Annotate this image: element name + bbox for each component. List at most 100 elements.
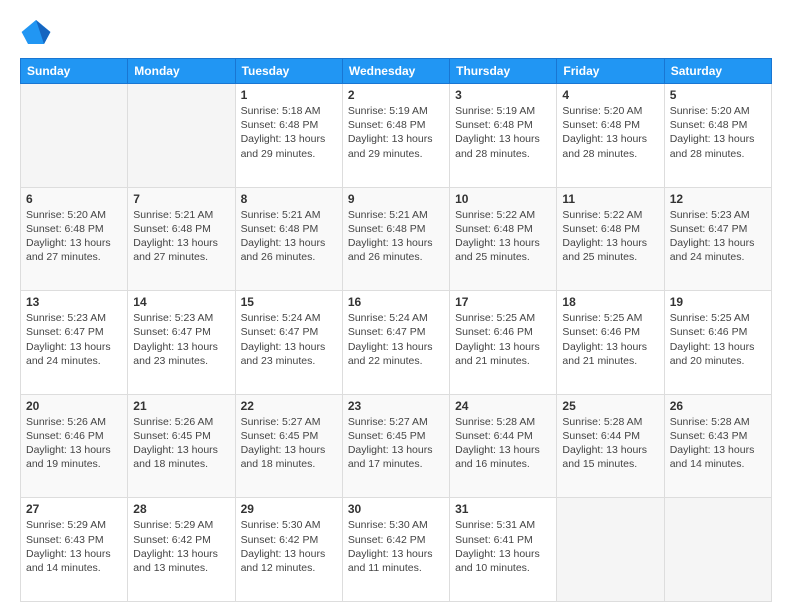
calendar-cell: 9 Sunrise: 5:21 AM Sunset: 6:48 PM Daylig… <box>342 187 449 291</box>
day-number: 15 <box>241 295 337 309</box>
weekday-header-wednesday: Wednesday <box>342 59 449 84</box>
day-number: 23 <box>348 399 444 413</box>
day-number: 2 <box>348 88 444 102</box>
day-info: Sunrise: 5:24 AM Sunset: 6:47 PM Dayligh… <box>348 311 444 368</box>
day-info: Sunrise: 5:22 AM Sunset: 6:48 PM Dayligh… <box>562 208 658 265</box>
day-info: Sunrise: 5:19 AM Sunset: 6:48 PM Dayligh… <box>348 104 444 161</box>
calendar-cell: 3Sunrise: 5:19 AM Sunset: 6:48 PM Daylig… <box>450 84 557 188</box>
page: SundayMondayTuesdayWednesdayThursdayFrid… <box>0 0 792 612</box>
calendar-cell: 1 Sunrise: 5:18 AM Sunset: 6:48 PM Daylig… <box>235 84 342 188</box>
day-info: Sunrise: 5:20 AM Sunset: 6:48 PM Dayligh… <box>562 104 658 161</box>
day-info: Sunrise: 5:28 AM Sunset: 6:43 PM Dayligh… <box>670 415 766 472</box>
calendar-cell <box>664 498 771 602</box>
week-row-1: 1 Sunrise: 5:18 AM Sunset: 6:48 PM Daylig… <box>21 84 772 188</box>
day-info: Sunrise: 5:20 AM Sunset: 6:48 PM Dayligh… <box>670 104 766 161</box>
calendar-cell: 8 Sunrise: 5:21 AM Sunset: 6:48 PM Daylig… <box>235 187 342 291</box>
calendar-cell: 16 Sunrise: 5:24 AM Sunset: 6:47 PM Dayli… <box>342 291 449 395</box>
day-info: Sunrise: 5:29 AM Sunset: 6:42 PM Dayligh… <box>133 518 229 575</box>
calendar-cell: 31Sunrise: 5:31 AM Sunset: 6:41 PM Dayli… <box>450 498 557 602</box>
day-info: Sunrise: 5:23 AM Sunset: 6:47 PM Dayligh… <box>26 311 122 368</box>
day-info: Sunrise: 5:26 AM Sunset: 6:45 PM Dayligh… <box>133 415 229 472</box>
day-info: Sunrise: 5:21 AM Sunset: 6:48 PM Dayligh… <box>241 208 337 265</box>
day-info: Sunrise: 5:25 AM Sunset: 6:46 PM Dayligh… <box>670 311 766 368</box>
calendar-cell: 12 Sunrise: 5:23 AM Sunset: 6:47 PM Dayli… <box>664 187 771 291</box>
calendar-cell: 30Sunrise: 5:30 AM Sunset: 6:42 PM Dayli… <box>342 498 449 602</box>
week-row-4: 20 Sunrise: 5:26 AM Sunset: 6:46 PM Dayli… <box>21 394 772 498</box>
day-info: Sunrise: 5:28 AM Sunset: 6:44 PM Dayligh… <box>562 415 658 472</box>
day-info: Sunrise: 5:30 AM Sunset: 6:42 PM Dayligh… <box>241 518 337 575</box>
day-number: 16 <box>348 295 444 309</box>
calendar-cell: 14Sunrise: 5:23 AM Sunset: 6:47 PM Dayli… <box>128 291 235 395</box>
day-info: Sunrise: 5:24 AM Sunset: 6:47 PM Dayligh… <box>241 311 337 368</box>
day-number: 7 <box>133 192 229 206</box>
day-number: 29 <box>241 502 337 516</box>
day-number: 22 <box>241 399 337 413</box>
day-number: 11 <box>562 192 658 206</box>
calendar-cell: 25 Sunrise: 5:28 AM Sunset: 6:44 PM Dayli… <box>557 394 664 498</box>
day-number: 13 <box>26 295 122 309</box>
calendar-cell: 13 Sunrise: 5:23 AM Sunset: 6:47 PM Dayli… <box>21 291 128 395</box>
calendar-cell: 29 Sunrise: 5:30 AM Sunset: 6:42 PM Dayli… <box>235 498 342 602</box>
day-info: Sunrise: 5:18 AM Sunset: 6:48 PM Dayligh… <box>241 104 337 161</box>
day-number: 28 <box>133 502 229 516</box>
day-info: Sunrise: 5:22 AM Sunset: 6:48 PM Dayligh… <box>455 208 551 265</box>
weekday-header-monday: Monday <box>128 59 235 84</box>
calendar-cell: 21Sunrise: 5:26 AM Sunset: 6:45 PM Dayli… <box>128 394 235 498</box>
calendar-cell <box>128 84 235 188</box>
weekday-header-friday: Friday <box>557 59 664 84</box>
day-number: 24 <box>455 399 551 413</box>
day-number: 1 <box>241 88 337 102</box>
day-info: Sunrise: 5:23 AM Sunset: 6:47 PM Dayligh… <box>670 208 766 265</box>
day-number: 6 <box>26 192 122 206</box>
day-number: 25 <box>562 399 658 413</box>
day-number: 12 <box>670 192 766 206</box>
calendar-cell: 28 Sunrise: 5:29 AM Sunset: 6:42 PM Dayli… <box>128 498 235 602</box>
day-number: 4 <box>562 88 658 102</box>
day-info: Sunrise: 5:26 AM Sunset: 6:46 PM Dayligh… <box>26 415 122 472</box>
day-number: 31 <box>455 502 551 516</box>
calendar-cell: 15 Sunrise: 5:24 AM Sunset: 6:47 PM Dayli… <box>235 291 342 395</box>
day-number: 9 <box>348 192 444 206</box>
day-info: Sunrise: 5:19 AM Sunset: 6:48 PM Dayligh… <box>455 104 551 161</box>
day-number: 17 <box>455 295 551 309</box>
day-number: 10 <box>455 192 551 206</box>
day-number: 27 <box>26 502 122 516</box>
calendar-cell: 23 Sunrise: 5:27 AM Sunset: 6:45 PM Dayli… <box>342 394 449 498</box>
calendar-cell: 27Sunrise: 5:29 AM Sunset: 6:43 PM Dayli… <box>21 498 128 602</box>
day-info: Sunrise: 5:25 AM Sunset: 6:46 PM Dayligh… <box>455 311 551 368</box>
day-info: Sunrise: 5:28 AM Sunset: 6:44 PM Dayligh… <box>455 415 551 472</box>
day-number: 8 <box>241 192 337 206</box>
day-number: 26 <box>670 399 766 413</box>
day-number: 18 <box>562 295 658 309</box>
day-info: Sunrise: 5:21 AM Sunset: 6:48 PM Dayligh… <box>133 208 229 265</box>
week-row-3: 13 Sunrise: 5:23 AM Sunset: 6:47 PM Dayli… <box>21 291 772 395</box>
weekday-header-sunday: Sunday <box>21 59 128 84</box>
day-info: Sunrise: 5:20 AM Sunset: 6:48 PM Dayligh… <box>26 208 122 265</box>
week-row-5: 27Sunrise: 5:29 AM Sunset: 6:43 PM Dayli… <box>21 498 772 602</box>
weekday-header-thursday: Thursday <box>450 59 557 84</box>
day-number: 20 <box>26 399 122 413</box>
day-info: Sunrise: 5:27 AM Sunset: 6:45 PM Dayligh… <box>241 415 337 472</box>
calendar-cell: 4 Sunrise: 5:20 AM Sunset: 6:48 PM Daylig… <box>557 84 664 188</box>
calendar-cell: 19 Sunrise: 5:25 AM Sunset: 6:46 PM Dayli… <box>664 291 771 395</box>
calendar-cell <box>557 498 664 602</box>
week-row-2: 6 Sunrise: 5:20 AM Sunset: 6:48 PM Daylig… <box>21 187 772 291</box>
day-info: Sunrise: 5:21 AM Sunset: 6:48 PM Dayligh… <box>348 208 444 265</box>
calendar-cell: 10 Sunrise: 5:22 AM Sunset: 6:48 PM Dayli… <box>450 187 557 291</box>
calendar-cell: 7 Sunrise: 5:21 AM Sunset: 6:48 PM Daylig… <box>128 187 235 291</box>
day-info: Sunrise: 5:25 AM Sunset: 6:46 PM Dayligh… <box>562 311 658 368</box>
logo <box>20 16 56 48</box>
weekday-header-row: SundayMondayTuesdayWednesdayThursdayFrid… <box>21 59 772 84</box>
calendar-cell: 18 Sunrise: 5:25 AM Sunset: 6:46 PM Dayli… <box>557 291 664 395</box>
calendar-cell: 26 Sunrise: 5:28 AM Sunset: 6:43 PM Dayli… <box>664 394 771 498</box>
weekday-header-tuesday: Tuesday <box>235 59 342 84</box>
day-number: 19 <box>670 295 766 309</box>
calendar-cell: 11 Sunrise: 5:22 AM Sunset: 6:48 PM Dayli… <box>557 187 664 291</box>
day-info: Sunrise: 5:27 AM Sunset: 6:45 PM Dayligh… <box>348 415 444 472</box>
calendar-cell: 24 Sunrise: 5:28 AM Sunset: 6:44 PM Dayli… <box>450 394 557 498</box>
day-info: Sunrise: 5:23 AM Sunset: 6:47 PM Dayligh… <box>133 311 229 368</box>
logo-icon <box>20 16 52 48</box>
day-number: 5 <box>670 88 766 102</box>
header <box>20 16 772 48</box>
calendar-cell: 17 Sunrise: 5:25 AM Sunset: 6:46 PM Dayli… <box>450 291 557 395</box>
